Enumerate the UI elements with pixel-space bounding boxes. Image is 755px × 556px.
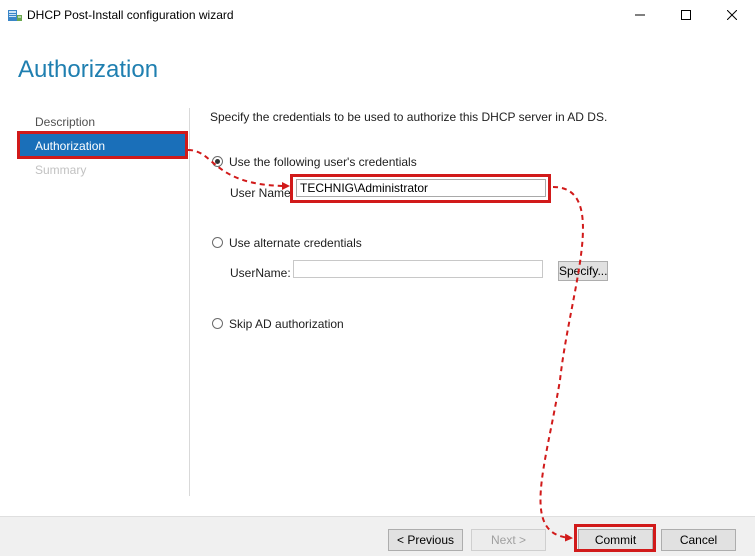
previous-button[interactable]: < Previous: [388, 529, 463, 551]
maximize-button[interactable]: [663, 0, 709, 30]
alternate-username-field[interactable]: [293, 260, 543, 278]
dhcp-server-icon: [8, 10, 22, 21]
wizard-footer: < Previous Next > Commit Cancel: [0, 516, 755, 556]
close-button[interactable]: [709, 0, 755, 30]
alternate-username-label: UserName:: [230, 266, 291, 280]
radio-skip-ad-authorization[interactable]: [212, 318, 223, 329]
user-name-label: User Name:: [230, 186, 295, 200]
commit-button[interactable]: Commit: [578, 529, 653, 551]
maximize-icon: [681, 10, 691, 20]
radio-label-alternate-credentials: Use alternate credentials: [229, 236, 362, 250]
radio-use-following-credentials[interactable]: [212, 156, 223, 167]
nav-item-authorization[interactable]: Authorization: [18, 134, 186, 158]
next-button: Next >: [471, 529, 546, 551]
nav-item-summary: Summary: [35, 163, 87, 177]
page-title: Authorization: [18, 56, 159, 83]
specify-button[interactable]: Specify...: [558, 261, 608, 281]
title-bar: DHCP Post-Install configuration wizard: [0, 0, 755, 30]
minimize-icon: [635, 14, 645, 16]
cancel-button[interactable]: Cancel: [661, 529, 736, 551]
arrow-to-commit: [539, 186, 584, 542]
nav-divider: [189, 108, 190, 496]
radio-alternate-credentials[interactable]: [212, 237, 223, 248]
radio-label-skip-ad-authorization: Skip AD authorization: [229, 317, 344, 331]
user-name-field[interactable]: TECHNIG\Administrator: [296, 179, 546, 197]
close-icon: [727, 10, 737, 20]
radio-label-use-following-credentials: Use the following user's credentials: [229, 155, 417, 169]
window-title: DHCP Post-Install configuration wizard: [27, 8, 234, 22]
instruction-text: Specify the credentials to be used to au…: [210, 110, 608, 124]
nav-item-description[interactable]: Description: [18, 110, 186, 134]
minimize-button[interactable]: [617, 0, 663, 30]
